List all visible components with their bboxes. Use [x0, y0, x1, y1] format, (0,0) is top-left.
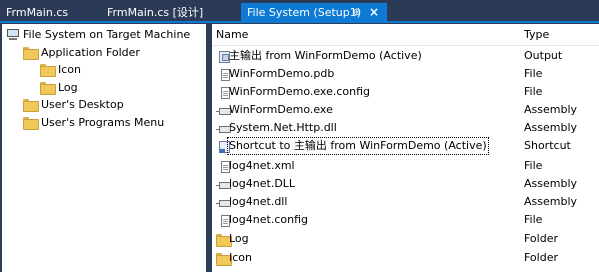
tree-item-icon-folder[interactable]: Icon — [39, 61, 159, 78]
list-item[interactable]: WinFormDemo.exe.config File — [212, 83, 599, 101]
item-type: File — [524, 67, 543, 80]
item-name: Shortcut to 主输出 from WinFormDemo (Active… — [227, 137, 489, 155]
file-list[interactable]: Name Type 主输出 from WinFormDemo (Active) … — [212, 24, 599, 272]
folder-icon — [40, 64, 56, 77]
list-item[interactable]: Log Folder — [212, 230, 599, 248]
list-item[interactable]: Icon Folder — [212, 249, 599, 267]
tree-item-label: File System on Target Machine — [23, 28, 191, 41]
computer-icon — [6, 29, 20, 41]
item-type: Assembly — [524, 103, 578, 116]
list-item[interactable]: log4net.config File — [212, 211, 599, 229]
item-type: Assembly — [524, 177, 578, 190]
file-icon — [216, 85, 230, 99]
header-divider — [212, 45, 599, 46]
assembly-icon — [216, 103, 231, 117]
list-item[interactable]: log4net.dll Assembly — [212, 193, 599, 211]
item-name: WinFormDemo.exe — [229, 103, 333, 116]
list-item[interactable]: 主输出 from WinFormDemo (Active) Output — [212, 47, 599, 65]
assembly-icon — [216, 121, 231, 135]
tree-item-users-programs-menu[interactable]: User's Programs Menu — [22, 114, 202, 131]
tree-item-label: Log — [58, 81, 78, 94]
list-item[interactable]: WinFormDemo.exe Assembly — [212, 101, 599, 119]
tree-item-label: Icon — [58, 63, 81, 76]
item-type: File — [524, 85, 543, 98]
assembly-icon — [216, 177, 231, 191]
list-item[interactable]: log4net.xml File — [212, 157, 599, 175]
item-name: log4net.dll — [229, 195, 288, 208]
tab-frmmain-cs-design[interactable]: FrmMain.cs [设计] — [103, 3, 238, 23]
file-icon — [216, 67, 230, 81]
item-type: Assembly — [524, 121, 578, 134]
item-name: Icon — [229, 251, 252, 264]
item-name: log4net.xml — [229, 159, 295, 172]
tree-item-label: Application Folder — [41, 46, 140, 59]
pin-icon[interactable]: ⊕ — [351, 3, 363, 22]
folder-icon — [40, 82, 56, 95]
item-name: log4net.config — [229, 213, 308, 226]
tree-item-users-desktop[interactable]: User's Desktop — [22, 96, 202, 113]
tab-label: FrmMain.cs [设计] — [107, 6, 204, 19]
file-icon — [216, 159, 230, 173]
list-item[interactable]: log4net.DLL Assembly — [212, 175, 599, 193]
tab-label: File System (Setup1) — [247, 6, 362, 19]
tree-item-application-folder[interactable]: Application Folder — [22, 44, 202, 61]
item-type: Assembly — [524, 195, 578, 208]
folder-icon — [23, 99, 39, 112]
folder-icon — [23, 117, 39, 130]
item-name: log4net.DLL — [229, 177, 296, 190]
list-item[interactable]: System.Net.Http.dll Assembly — [212, 119, 599, 137]
folder-icon — [216, 251, 232, 266]
item-name: 主输出 from WinFormDemo (Active) — [229, 49, 422, 62]
output-icon — [216, 49, 230, 63]
file-system-tree[interactable]: File System on Target Machine Applicatio… — [2, 24, 206, 272]
list-item[interactable]: Shortcut to 主输出 from WinFormDemo (Active… — [212, 137, 599, 155]
tree-item-label: User's Desktop — [41, 98, 124, 111]
column-header-type[interactable]: Type — [524, 24, 594, 45]
item-name: System.Net.Http.dll — [229, 121, 337, 134]
item-type: Folder — [524, 232, 558, 245]
folder-open-icon — [23, 47, 39, 60]
assembly-icon — [216, 195, 231, 209]
item-type: Shortcut — [524, 139, 571, 152]
item-type: File — [524, 213, 543, 226]
tree-item-root[interactable]: File System on Target Machine — [6, 26, 204, 43]
item-name: WinFormDemo.exe.config — [229, 85, 371, 98]
item-name: WinFormDemo.pdb — [229, 67, 335, 80]
list-item[interactable]: WinFormDemo.pdb File — [212, 65, 599, 83]
active-tab-underline — [0, 21, 599, 23]
folder-icon — [216, 232, 232, 247]
tab-file-system-setup1[interactable]: File System (Setup1) ⊕ × — [241, 3, 387, 23]
close-icon[interactable]: × — [368, 3, 380, 22]
item-name: Log — [229, 232, 249, 245]
item-type: File — [524, 159, 543, 172]
tab-frmmain-cs[interactable]: FrmMain.cs — [2, 3, 94, 23]
file-icon — [216, 213, 230, 227]
tree-item-label: User's Programs Menu — [41, 116, 165, 129]
document-tab-strip: FrmMain.cs FrmMain.cs [设计] File System (… — [0, 0, 599, 23]
item-type: Output — [524, 49, 563, 62]
item-type: Folder — [524, 251, 558, 264]
tab-label: FrmMain.cs — [6, 6, 69, 19]
tree-item-log-folder[interactable]: Log — [39, 79, 159, 96]
column-header-name[interactable]: Name — [216, 24, 516, 45]
